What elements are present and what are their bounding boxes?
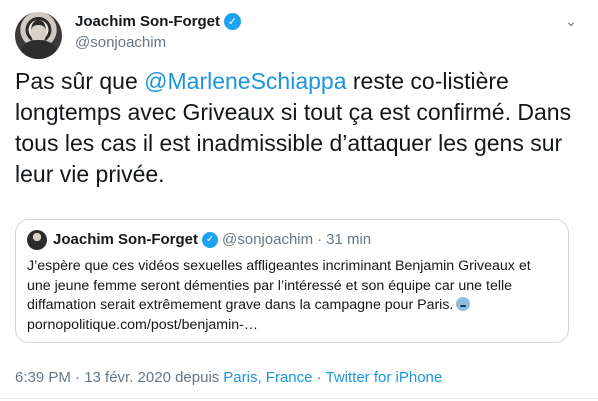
quoted-author-name: Joachim Son-Forget: [53, 231, 199, 248]
author-avatar[interactable]: [15, 12, 62, 59]
tweet-meta: 6:39 PM · 13 févr. 2020 depuis Paris, Fr…: [15, 369, 442, 386]
quoted-separator: ·: [317, 231, 323, 248]
quoted-link[interactable]: pornopolitique.com/post/benjamin-…: [27, 317, 258, 333]
tweet-timestamp[interactable]: 6:39 PM · 13 févr. 2020 depuis: [15, 369, 219, 386]
quoted-body: J’espère que ces vidéos sexuelles afflig…: [27, 258, 531, 313]
tweet-text-before: Pas sûr que: [15, 68, 145, 94]
chevron-down-icon[interactable]: ⌄: [562, 12, 580, 30]
source-link[interactable]: Twitter for iPhone: [326, 369, 443, 386]
quoted-time: 31 min: [326, 231, 372, 248]
author-handle[interactable]: @sonjoachim: [75, 34, 166, 51]
quoted-header: Joachim Son-Forget ✓ @sonjoachim · 31 mi…: [53, 231, 371, 248]
verified-badge-icon: ✓: [202, 231, 219, 248]
meta-separator: ·: [316, 369, 322, 386]
location-link[interactable]: Paris, France: [223, 369, 312, 386]
author-name[interactable]: Joachim Son-Forget: [75, 13, 220, 30]
tweet-text: Pas sûr que @MarleneSchiappa reste co-li…: [15, 66, 583, 190]
quoted-author-handle: @sonjoachim: [222, 231, 314, 248]
quoted-tweet[interactable]: Joachim Son-Forget ✓ @sonjoachim · 31 mi…: [15, 219, 569, 343]
face-emoji-icon: [456, 297, 471, 311]
avatar-body-shape: [21, 40, 56, 59]
quoted-avatar: [27, 230, 47, 250]
mention-link[interactable]: @MarleneSchiappa: [144, 68, 346, 94]
quoted-text: J’espère que ces vidéos sexuelles afflig…: [27, 257, 557, 335]
divider: [0, 398, 598, 399]
author-name-row: Joachim Son-Forget ✓: [75, 13, 242, 30]
tweet-card: Joachim Son-Forget ✓ @sonjoachim ⌄ Pas s…: [0, 0, 598, 401]
verified-badge-icon: ✓: [224, 13, 242, 30]
